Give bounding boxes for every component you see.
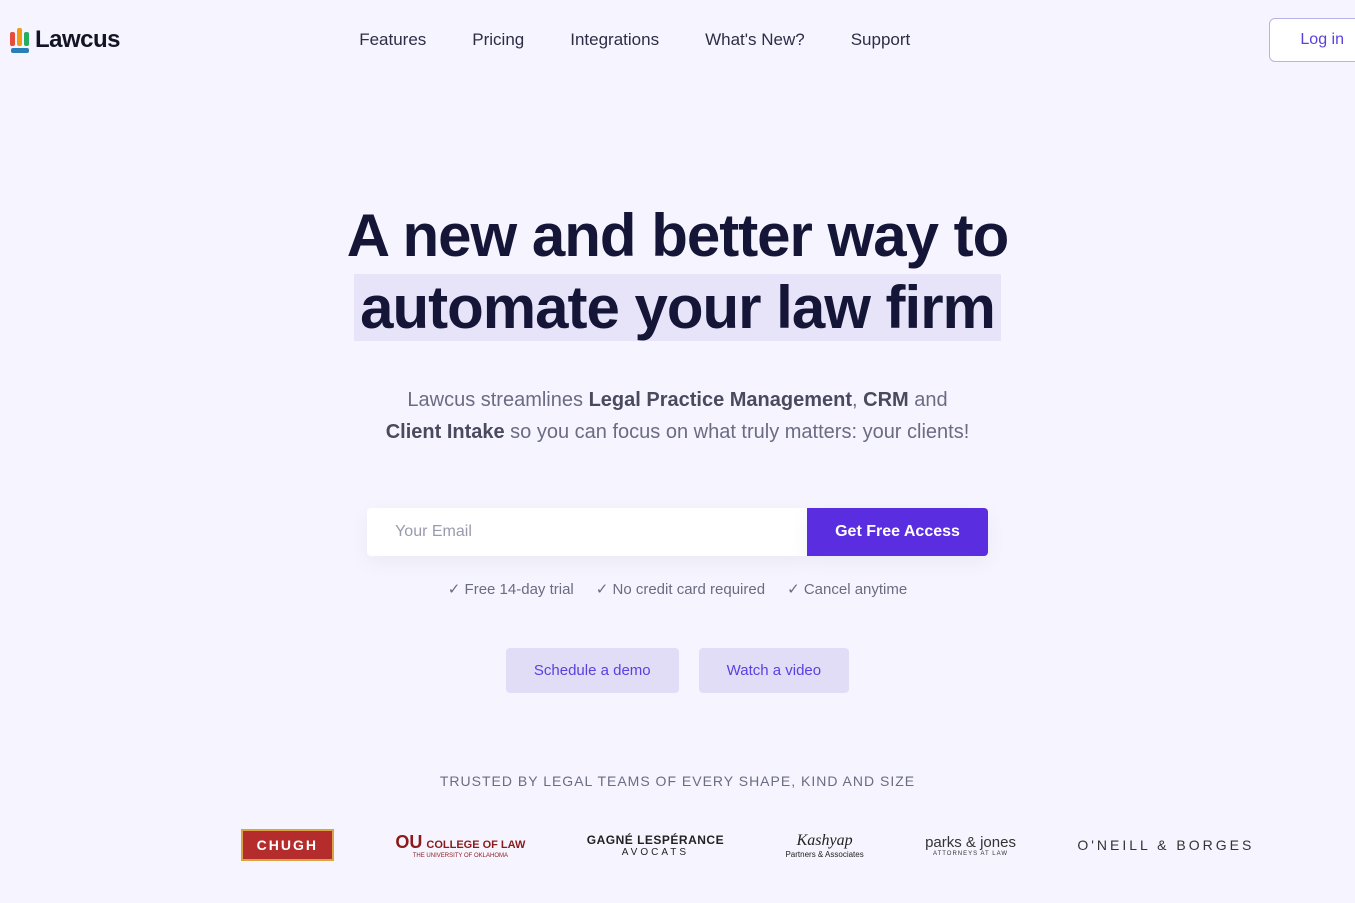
nav-integrations[interactable]: Integrations	[570, 30, 659, 50]
client-oneill-borges: O'NEILL & BORGES	[1077, 837, 1254, 853]
gagne-sub: AVOCATS	[587, 847, 724, 858]
brand-logo[interactable]: Lawcus	[10, 26, 120, 54]
subtitle-end: so you can focus on what truly matters: …	[505, 421, 970, 443]
title-line2-highlight: automate your law firm	[354, 274, 1001, 341]
subtitle-and: and	[909, 389, 948, 411]
trusted-section: TRUSTED BY LEGAL TEAMS OF EVERY SHAPE, K…	[20, 773, 1335, 861]
get-free-access-button[interactable]: Get Free Access	[807, 508, 988, 556]
client-chugh: CHUGH	[241, 829, 334, 861]
college-name: COLLEGE OF LAW	[426, 839, 525, 851]
client-college-of-law: OUCOLLEGE OF LAW THE UNIVERSITY OF OKLAH…	[395, 832, 525, 859]
nav-support[interactable]: Support	[851, 30, 911, 50]
main-nav: Features Pricing Integrations What's New…	[359, 30, 910, 50]
brand-name: Lawcus	[35, 26, 120, 54]
parks-name: parks & jones	[925, 834, 1016, 851]
perks-list: Free 14-day trial No credit card require…	[20, 580, 1335, 598]
hero-title: A new and better way to automate your la…	[20, 200, 1335, 344]
nav-pricing[interactable]: Pricing	[472, 30, 524, 50]
secondary-buttons: Schedule a demo Watch a video	[20, 648, 1335, 693]
watch-video-button[interactable]: Watch a video	[699, 648, 850, 693]
subtitle-comma: ,	[852, 389, 863, 411]
nav-features[interactable]: Features	[359, 30, 426, 50]
schedule-demo-button[interactable]: Schedule a demo	[506, 648, 679, 693]
nav-whatsnew[interactable]: What's New?	[705, 30, 805, 50]
email-input[interactable]	[367, 508, 807, 556]
logo-icon	[10, 28, 29, 53]
parks-sub: ATTORNEYS AT LAW	[925, 851, 1016, 857]
client-parks-jones: parks & jones ATTORNEYS AT LAW	[925, 834, 1016, 857]
college-sub: THE UNIVERSITY OF OKLAHOMA	[395, 853, 525, 859]
email-form: Get Free Access	[20, 508, 1335, 556]
subtitle-lpm: Legal Practice Management	[589, 389, 852, 411]
title-line1: A new and better way to	[347, 202, 1009, 269]
kashyap-name: Kashyap	[797, 832, 853, 849]
hero-subtitle: Lawcus streamlines Legal Practice Manage…	[20, 384, 1335, 448]
hero: A new and better way to automate your la…	[0, 80, 1355, 861]
login-button[interactable]: Log in	[1269, 18, 1355, 62]
gagne-name: GAGNÉ LESPÉRANCE	[587, 833, 724, 847]
subtitle-intake: Client Intake	[386, 421, 505, 443]
subtitle-crm: CRM	[863, 389, 909, 411]
client-gagne: GAGNÉ LESPÉRANCE AVOCATS	[587, 833, 724, 858]
kashyap-sub: Partners & Associates	[785, 850, 863, 859]
subtitle-pre: Lawcus streamlines	[407, 389, 588, 411]
client-kashyap: Kashyap Partners & Associates	[785, 832, 863, 859]
client-logos: CHUGH OUCOLLEGE OF LAW THE UNIVERSITY OF…	[20, 829, 1335, 861]
trusted-heading: TRUSTED BY LEGAL TEAMS OF EVERY SHAPE, K…	[20, 773, 1335, 789]
header: Lawcus Features Pricing Integrations Wha…	[0, 0, 1355, 80]
perk-cancel: Cancel anytime	[787, 580, 907, 598]
perk-nocard: No credit card required	[596, 580, 765, 598]
perk-trial: Free 14-day trial	[448, 580, 574, 598]
